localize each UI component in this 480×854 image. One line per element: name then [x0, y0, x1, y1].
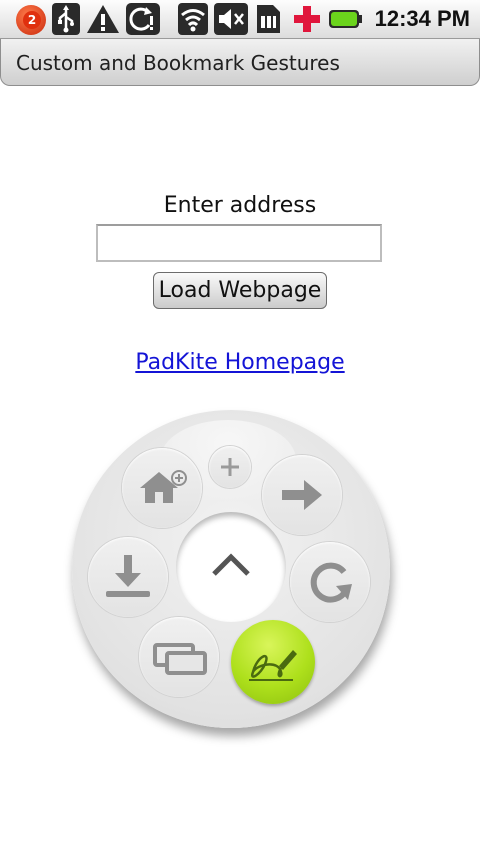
- signature-icon: [249, 650, 297, 681]
- padkite-homepage-link[interactable]: PadKite Homepage: [0, 350, 480, 375]
- mute-icon: [214, 3, 248, 35]
- center-hub-button[interactable]: [176, 512, 286, 622]
- warning-icon: [87, 5, 119, 33]
- reload-button[interactable]: [290, 542, 370, 622]
- title-bar: Custom and Bookmark Gestures: [0, 39, 480, 86]
- address-label: Enter address: [163, 193, 317, 218]
- wifi-icon: [178, 3, 208, 35]
- usb-icon: [52, 3, 80, 35]
- address-input[interactable]: [96, 224, 382, 262]
- page-title: Custom and Bookmark Gestures: [16, 51, 340, 75]
- status-bar: 2 12:34 PM: [0, 0, 480, 39]
- tabs-icon: [153, 643, 207, 675]
- battery-icon: [329, 10, 362, 28]
- clock: 12:34 PM: [374, 6, 470, 31]
- padkite-homepage-link-text[interactable]: PadKite Homepage: [135, 350, 344, 375]
- sim-card-icon: [257, 5, 280, 33]
- notification-badge-icon[interactable]: 2: [14, 3, 48, 35]
- medical-cross-icon: [294, 6, 320, 32]
- load-webpage-button[interactable]: Load Webpage: [153, 272, 327, 309]
- tabs-button[interactable]: [139, 617, 219, 697]
- up-chevron-icon: [212, 553, 250, 576]
- reload-icon: [310, 562, 352, 603]
- signature-button[interactable]: [231, 620, 315, 704]
- download-icon: [106, 555, 150, 597]
- download-button[interactable]: [88, 537, 168, 617]
- add-icon: [221, 458, 239, 476]
- add-bookmark-button[interactable]: [209, 446, 251, 488]
- sync-alert-icon: [126, 3, 160, 35]
- notification-count: 2: [23, 11, 41, 29]
